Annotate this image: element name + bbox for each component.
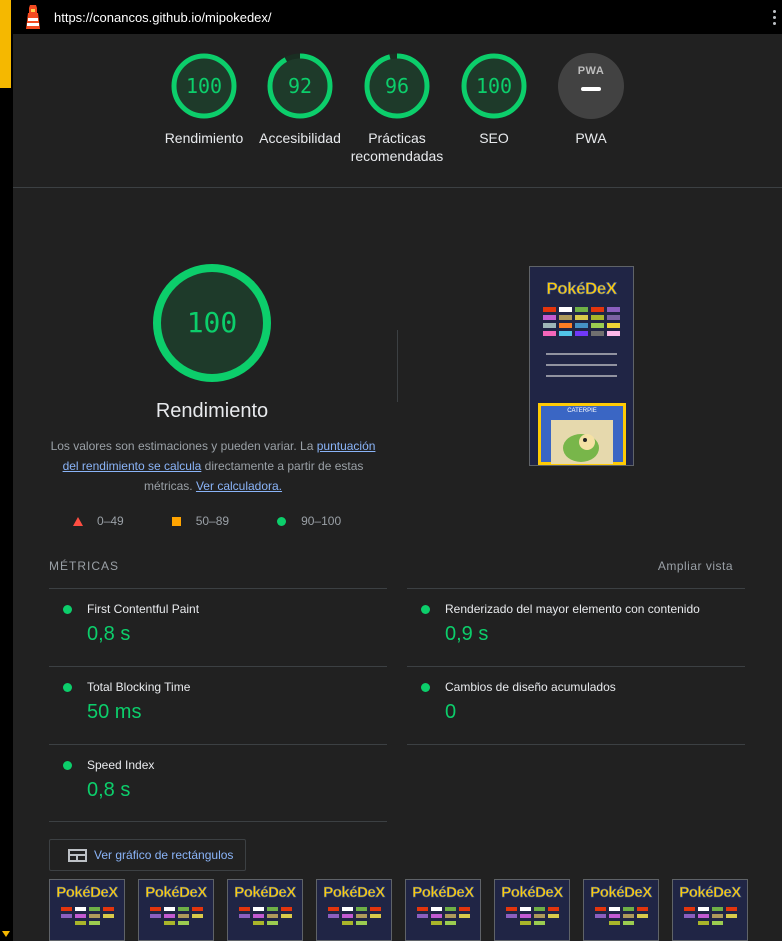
gauge-score: 100 [185,74,223,98]
pwa-badge: PWA [558,53,624,119]
type-tags [530,299,633,336]
legend-average: 50–89 [171,514,230,528]
gauge-label: Rendimiento [164,130,244,146]
description-text: Los valores son estimaciones y pueden va… [50,439,317,453]
gauge-pwa[interactable]: PWA PWA [536,53,646,147]
pokemon-card: CATERPIE [538,403,626,465]
pokemon-image [551,420,613,464]
pokedex-logo: PokéDeX [234,884,297,902]
performance-description: Los valores son estimaciones y pueden va… [43,436,383,496]
legend-label: 0–49 [97,514,124,528]
triangle-icon [73,516,83,526]
filmstrip-frame: PokéDeX [583,879,659,941]
pokedex-logo: PokéDeX [546,279,617,299]
gauge-label: SEO [479,130,509,146]
score-summary: 100 Rendimiento 92 Accesibilidad 96 Prác… [13,34,782,188]
filmstrip-frame: PokéDeX [138,879,214,941]
score-legend: 0–49 50–89 90–100 [73,514,389,528]
metric-name: Speed Index [87,758,155,772]
treemap-button-label: Ver gráfico de rectángulos [94,848,234,862]
legend-fail: 0–49 [73,514,124,528]
gauge-accessibility[interactable]: 92 Accesibilidad [245,53,355,147]
filmstrip-frame: PokéDeX [49,879,125,941]
gauge-label: Accesibilidad [259,130,341,146]
dash-icon [581,87,601,91]
metric-name: Renderizado del mayor elemento con conte… [445,602,700,616]
filmstrip-frame: PokéDeX [227,879,303,941]
metric-cls: Cambios de diseño acumulados 0 [407,666,745,744]
calculator-link[interactable]: Ver calculadora. [196,479,282,493]
metric-name: Cambios de diseño acumulados [445,680,616,694]
filmstrip: PokéDeX PokéDeX PokéDeX PokéDeX PokéDeX … [49,879,748,941]
lighthouse-logo-icon [23,5,43,29]
treemap-icon [68,848,87,862]
filmstrip-frame: PokéDeX [405,879,481,941]
gauge-best-practices[interactable]: 96 Prácticas recomendadas [342,53,452,165]
pass-circle-icon [63,761,72,770]
gauge-label: Prácticas recomendadas [350,130,444,164]
metrics-title: MÉTRICAS [49,559,120,573]
window-edge-highlight [0,0,11,88]
filmstrip-frame: PokéDeX [672,879,748,941]
metric-speed-index: Speed Index 0,8 s [49,744,387,822]
gauge-score: 92 [287,74,313,98]
performance-title: Rendimiento [155,400,269,422]
metric-fcp: First Contentful Paint 0,8 s [49,588,387,666]
square-icon [171,516,181,526]
legend-label: 90–100 [301,514,342,528]
topbar: https://conancos.github.io/mipokedex/ [13,0,782,34]
metric-value: 0,8 s [87,779,131,801]
pokedex-logo: PokéDeX [679,884,742,902]
metric-lcp: Renderizado del mayor elemento con conte… [407,588,745,666]
performance-score: 100 [186,306,238,339]
page-url[interactable]: https://conancos.github.io/mipokedex/ [54,10,272,25]
circle-icon [277,516,287,526]
gauge-score: 100 [475,74,513,98]
gauge-seo[interactable]: 100 SEO [439,53,549,147]
pokemon-name: CATERPIE [567,408,597,414]
metric-value: 50 ms [87,701,142,723]
generation-rows [530,336,633,394]
filmstrip-frame: PokéDeX [316,879,392,941]
window-edge [0,0,13,941]
filmstrip-frame: PokéDeX [494,879,570,941]
metric-value: 0,8 s [87,623,131,645]
legend-label: 50–89 [195,514,230,528]
gauge-label: PWA [575,130,607,146]
view-treemap-button[interactable]: Ver gráfico de rectángulos [49,839,246,871]
metric-value: 0 [445,701,457,723]
pass-circle-icon [63,683,72,692]
gauge-performance[interactable]: 100 Rendimiento [149,53,259,147]
legend-pass: 90–100 [277,514,341,528]
scroll-down-arrow-icon[interactable] [2,931,10,937]
expand-view-toggle[interactable]: Ampliar vista [658,559,733,573]
lighthouse-report: https://conancos.github.io/mipokedex/ 10… [13,0,782,941]
metrics-header: MÉTRICAS Ampliar vista [49,559,733,573]
pass-circle-icon [421,683,430,692]
metric-name: First Contentful Paint [87,602,200,616]
metrics-divider [407,744,745,745]
pwa-badge-text: PWA [577,65,605,77]
pass-circle-icon [421,605,430,614]
divider [397,330,398,402]
pokedex-logo: PokéDeX [145,884,208,902]
metric-tbt: Total Blocking Time 50 ms [49,666,387,744]
metric-value: 0,9 s [445,623,489,645]
pokedex-logo: PokéDeX [501,884,564,902]
pokedex-logo: PokéDeX [323,884,386,902]
performance-gauge: 100 [152,263,272,383]
pass-circle-icon [63,605,72,614]
pokedex-logo: PokéDeX [590,884,653,902]
pokedex-logo: PokéDeX [412,884,475,902]
pokedex-logo: PokéDeX [56,884,119,902]
final-screenshot[interactable]: PokéDeX CATERPIE [529,266,634,466]
metric-name: Total Blocking Time [87,680,191,694]
more-options-icon[interactable] [773,10,776,25]
gauge-score: 96 [384,74,410,98]
